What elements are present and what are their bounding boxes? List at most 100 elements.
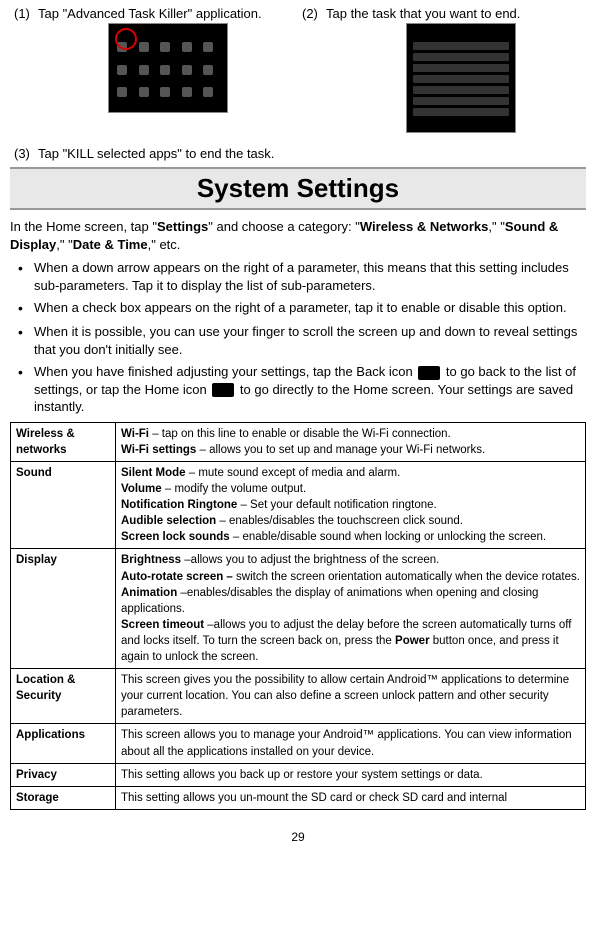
label-animation: Animation bbox=[121, 587, 177, 599]
text-lock-sounds: – enable/disable sound when locking or u… bbox=[230, 531, 546, 543]
bullet-item: •When it is possible, you can use your f… bbox=[18, 323, 586, 358]
app-icon bbox=[117, 65, 127, 75]
home-icon bbox=[212, 383, 234, 397]
desc-sound: Silent Mode – mute sound except of media… bbox=[116, 462, 586, 549]
cat-display: Display bbox=[11, 549, 116, 669]
bullet-list: •When a down arrow appears on the right … bbox=[18, 259, 586, 416]
app-icon bbox=[160, 65, 170, 75]
bullet-text: When a check box appears on the right of… bbox=[34, 299, 586, 318]
table-row: Display Brightness –allows you to adjust… bbox=[11, 549, 586, 669]
bullet-text: When it is possible, you can use your fi… bbox=[34, 323, 586, 358]
back-icon bbox=[418, 366, 440, 380]
bullet-item: •When a down arrow appears on the right … bbox=[18, 259, 586, 294]
step-2-label: Tap the task that you want to end. bbox=[326, 6, 520, 21]
task-list bbox=[407, 24, 515, 125]
intro-bold-wireless: Wireless & Networks bbox=[360, 219, 489, 234]
label-lock-sounds: Screen lock sounds bbox=[121, 531, 230, 543]
task-list-row bbox=[413, 42, 509, 50]
step-3-label: Tap "KILL selected apps" to end the task… bbox=[38, 146, 586, 161]
desc-wireless: Wi-Fi – tap on this line to enable or di… bbox=[116, 422, 586, 461]
section-header: System Settings bbox=[10, 167, 586, 210]
app-icon bbox=[182, 65, 192, 75]
step-2-screenshot bbox=[406, 23, 516, 133]
step-3: (3) Tap "KILL selected apps" to end the … bbox=[10, 146, 586, 161]
app-icon bbox=[182, 42, 192, 52]
bullet-item: •When a check box appears on the right o… bbox=[18, 299, 586, 318]
step-1: (1) Tap "Advanced Task Killer" applicati… bbox=[10, 6, 298, 142]
bullet-text: When a down arrow appears on the right o… bbox=[34, 259, 586, 294]
app-icon bbox=[139, 87, 149, 97]
text-wifi-settings: – allows you to set up and manage your W… bbox=[196, 444, 485, 456]
steps-row: (1) Tap "Advanced Task Killer" applicati… bbox=[10, 6, 586, 142]
desc-display: Brightness –allows you to adjust the bri… bbox=[116, 549, 586, 669]
step-3-num: (3) bbox=[10, 146, 38, 161]
step-2: (2) Tap the task that you want to end. bbox=[298, 6, 586, 142]
label-ringtone: Notification Ringtone bbox=[121, 499, 237, 511]
page-number: 29 bbox=[10, 830, 586, 844]
text-brightness: –allows you to adjust the brightness of … bbox=[181, 554, 439, 566]
red-circle-highlight bbox=[115, 28, 137, 50]
label-brightness: Brightness bbox=[121, 554, 181, 566]
text-animation: –enables/disables the display of animati… bbox=[121, 587, 538, 615]
table-row: Privacy This setting allows you back up … bbox=[11, 763, 586, 786]
table-row: Storage This setting allows you un-mount… bbox=[11, 786, 586, 809]
step-1-text: Tap "Advanced Task Killer" application. bbox=[38, 6, 298, 142]
task-list-row bbox=[413, 64, 509, 72]
desc-privacy: This setting allows you back up or resto… bbox=[116, 763, 586, 786]
step-2-num: (2) bbox=[298, 6, 326, 142]
task-list-row bbox=[413, 53, 509, 61]
table-row: Applications This screen allows you to m… bbox=[11, 724, 586, 763]
app-icon bbox=[160, 87, 170, 97]
desc-applications: This screen allows you to manage your An… bbox=[116, 724, 586, 763]
text-volume: – modify the volume output. bbox=[162, 483, 306, 495]
table-row: Sound Silent Mode – mute sound except of… bbox=[11, 462, 586, 549]
desc-location: This screen gives you the possibility to… bbox=[116, 669, 586, 724]
bullet-marker: • bbox=[18, 299, 34, 318]
label-wifi-settings: Wi-Fi settings bbox=[121, 444, 196, 456]
step-1-label: Tap "Advanced Task Killer" application. bbox=[38, 6, 262, 21]
text-audible: – enables/disables the touchscreen click… bbox=[216, 515, 463, 527]
task-list-row bbox=[413, 75, 509, 83]
step-1-num: (1) bbox=[10, 6, 38, 142]
task-list-row bbox=[413, 97, 509, 105]
intro-bold-settings: Settings bbox=[157, 219, 208, 234]
label-power: Power bbox=[395, 635, 430, 647]
bullet-marker: • bbox=[18, 259, 34, 294]
bullet-item: •When you have finished adjusting your s… bbox=[18, 363, 586, 416]
bullet-marker: • bbox=[18, 363, 34, 416]
intro-text: " and choose a category: " bbox=[208, 219, 360, 234]
label-audible: Audible selection bbox=[121, 515, 216, 527]
text-autorotate: switch the screen orientation automatica… bbox=[236, 571, 580, 583]
intro-text: ," " bbox=[488, 219, 504, 234]
app-icon bbox=[182, 87, 192, 97]
step-2-text: Tap the task that you want to end. bbox=[326, 6, 586, 142]
task-list-row bbox=[413, 86, 509, 94]
intro-paragraph: In the Home screen, tap "Settings" and c… bbox=[10, 218, 586, 253]
intro-text: ," etc. bbox=[148, 237, 181, 252]
intro-text: ," " bbox=[56, 237, 72, 252]
app-icon bbox=[203, 65, 213, 75]
app-icon bbox=[117, 87, 127, 97]
intro-text: In the Home screen, tap " bbox=[10, 219, 157, 234]
label-wifi: Wi-Fi bbox=[121, 428, 149, 440]
cat-applications: Applications bbox=[11, 724, 116, 763]
step-1-screenshot bbox=[108, 23, 228, 113]
app-icon bbox=[203, 42, 213, 52]
cat-location: Location & Security bbox=[11, 669, 116, 724]
desc-storage: This setting allows you un-mount the SD … bbox=[116, 786, 586, 809]
app-icon bbox=[160, 42, 170, 52]
label-autorotate: Auto-rotate screen – bbox=[121, 571, 236, 583]
label-volume: Volume bbox=[121, 483, 162, 495]
settings-table: Wireless & networks Wi-Fi – tap on this … bbox=[10, 422, 586, 810]
label-silent: Silent Mode bbox=[121, 467, 186, 479]
text-ringtone: – Set your default notification ringtone… bbox=[237, 499, 436, 511]
app-icon bbox=[203, 87, 213, 97]
table-row: Wireless & networks Wi-Fi – tap on this … bbox=[11, 422, 586, 461]
table-row: Location & Security This screen gives yo… bbox=[11, 669, 586, 724]
text-wifi: – tap on this line to enable or disable … bbox=[149, 428, 451, 440]
bullet-marker: • bbox=[18, 323, 34, 358]
bullet-text-part: When you have finished adjusting your se… bbox=[34, 364, 416, 379]
bullet-text: When you have finished adjusting your se… bbox=[34, 363, 586, 416]
cat-privacy: Privacy bbox=[11, 763, 116, 786]
cat-storage: Storage bbox=[11, 786, 116, 809]
